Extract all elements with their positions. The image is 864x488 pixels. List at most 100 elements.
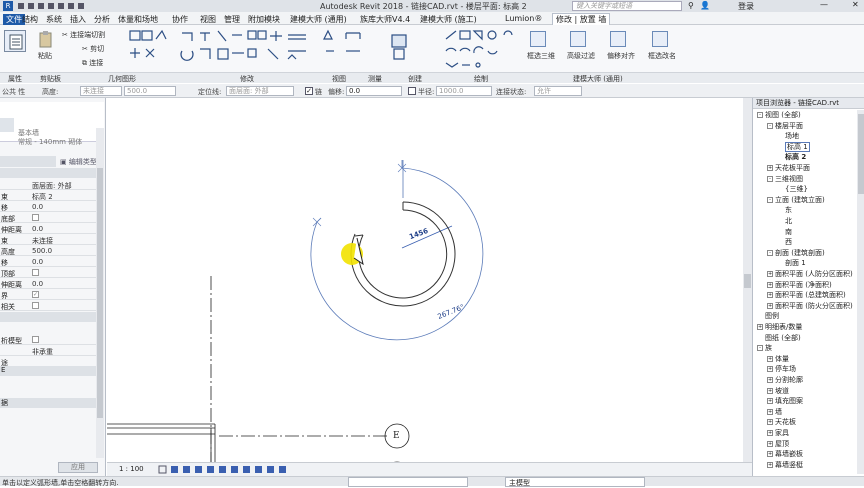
expand-icon[interactable]: + [767, 387, 773, 394]
expand-icon[interactable]: + [767, 165, 773, 171]
collapse-icon[interactable]: - [767, 175, 773, 182]
height-input[interactable]: 500.0 [124, 86, 176, 96]
apply-button[interactable]: 应用 [58, 462, 98, 473]
expand-icon[interactable]: + [767, 451, 773, 458]
search-icon[interactable]: ⚲ [688, 1, 694, 10]
tab-massing[interactable]: 体量和场地 [118, 14, 158, 25]
browser-node[interactable]: + 分割轮廓 [767, 376, 803, 385]
prop-row[interactable]: 高度 500.0 [0, 246, 96, 256]
prop-row[interactable]: 底部 [0, 213, 96, 223]
browser-node[interactable]: + 停车场 [767, 365, 796, 374]
browser-node[interactable]: + 面积平面 (人防分区面积) [767, 270, 853, 279]
scrollbar-thumb[interactable] [744, 274, 751, 288]
location-line-select[interactable]: 面层面: 外部 [226, 86, 294, 96]
offset-align-icon[interactable] [610, 31, 626, 47]
tab-lumion[interactable]: Lumion® [505, 14, 542, 23]
browser-node[interactable]: + 天花板 [767, 418, 796, 427]
chain-checkbox[interactable]: ✓ [305, 87, 313, 95]
browser-node[interactable]: + 幕墙竖梃 [767, 461, 803, 470]
drawing-canvas[interactable]: 1456 267.76° E [107, 98, 752, 462]
expand-icon[interactable]: + [767, 430, 773, 436]
expand-icon[interactable]: + [767, 377, 773, 383]
browser-node[interactable]: + 墙 [767, 408, 782, 417]
box-select-3d-button[interactable]: 框选三维 [527, 51, 555, 61]
expand-icon[interactable]: + [767, 440, 773, 447]
prop-row[interactable]: 相关 [0, 301, 96, 311]
login-button[interactable]: 登录 [738, 1, 754, 12]
prop-checkbox[interactable] [32, 302, 39, 309]
browser-node[interactable]: + 家具 [767, 429, 789, 438]
expand-icon[interactable]: + [767, 408, 773, 415]
scrollbar-thumb[interactable] [97, 168, 103, 418]
browser-node[interactable]: + 填充图案 [767, 397, 803, 406]
browser-node[interactable]: 东 [777, 206, 792, 215]
tab-structure[interactable]: 结构 [22, 14, 38, 25]
tab-family-library[interactable]: 族库大师V4.4 [360, 14, 410, 25]
browser-node[interactable]: 标高 1 [777, 141, 810, 152]
expand-icon[interactable]: + [757, 324, 763, 330]
view-control-icons[interactable] [157, 465, 307, 475]
radius-checkbox[interactable] [408, 87, 416, 95]
arc-wall-preview[interactable] [350, 201, 456, 307]
prop-checkbox[interactable] [32, 269, 39, 276]
tab-addins[interactable]: 附加模块 [248, 14, 280, 25]
type-selector[interactable]: 基本墙 常规 - 140mm 砌体 [0, 102, 104, 146]
browser-node[interactable]: 标高 2 [777, 153, 806, 162]
browser-node[interactable]: - 楼层平面 [767, 122, 803, 131]
minimize-button[interactable]: — [820, 0, 828, 9]
user-icon[interactable]: 👤 [700, 1, 710, 10]
revit-logo-icon[interactable]: R [3, 1, 13, 11]
collapse-icon[interactable]: - [757, 345, 763, 352]
modify-tools-icons[interactable] [128, 29, 318, 73]
search-input[interactable]: 键入关键字或短语 [572, 1, 682, 11]
browser-node[interactable]: + 天花板平面 [767, 164, 810, 173]
cut-button[interactable]: ✂ 剪切 [82, 44, 104, 54]
draw-tools-icons[interactable] [444, 29, 520, 73]
collapse-icon[interactable]: - [767, 249, 773, 256]
tab-modeling-general[interactable]: 建模大师 (通用) [290, 14, 347, 25]
tab-manage[interactable]: 管理 [224, 14, 240, 25]
collapse-icon[interactable]: - [767, 122, 773, 129]
browser-node[interactable]: + 面积平面 (总建筑面积) [767, 291, 846, 300]
browser-node[interactable]: - 剖面 (建筑剖面) [767, 249, 825, 258]
prop-row[interactable]: 移 0.0 [0, 202, 96, 212]
section-header[interactable]: 据 [0, 398, 96, 408]
prop-row[interactable]: 束 未连接 [0, 235, 96, 245]
prop-row[interactable]: 非承重 [0, 346, 96, 356]
section-header[interactable]: E [0, 366, 96, 376]
expand-icon[interactable]: + [767, 271, 773, 277]
properties-scrollbar[interactable] [96, 128, 104, 458]
browser-node[interactable]: - 立面 (建筑立面) [767, 196, 825, 205]
view-measure-create-icons[interactable] [322, 29, 442, 73]
paste-icon[interactable] [38, 30, 54, 48]
advanced-filter-button[interactable]: 高级过滤 [567, 51, 595, 61]
expand-icon[interactable]: + [767, 302, 773, 309]
prop-row[interactable]: 伸距离 0.0 [0, 224, 96, 234]
view-scale[interactable]: 1 : 100 [119, 465, 144, 473]
structural-header[interactable] [0, 312, 96, 322]
prop-row[interactable]: 束 标高 2 [0, 191, 96, 201]
prop-checkbox[interactable] [32, 214, 39, 221]
browser-node[interactable]: + 面积平面 (净面积) [767, 281, 832, 290]
prop-row[interactable]: 伸距离 0.0 [0, 279, 96, 289]
constraints-header[interactable] [0, 168, 96, 178]
box-rename-icon[interactable] [652, 31, 668, 47]
edit-type-button[interactable]: ▣ 编辑类型 [60, 157, 97, 167]
browser-node[interactable]: + 坡道 [767, 387, 789, 396]
expand-icon[interactable]: + [767, 461, 773, 468]
browser-node[interactable]: {三维} [777, 185, 808, 194]
browser-node[interactable]: 场地 [777, 132, 799, 141]
expand-icon[interactable]: + [767, 366, 773, 373]
quick-access-toolbar[interactable] [18, 2, 118, 10]
expand-icon[interactable]: + [767, 355, 773, 362]
tab-modify-place-wall[interactable]: 修改 | 放置 墙 [552, 13, 611, 25]
browser-node[interactable]: 北 [777, 217, 792, 226]
prop-row[interactable]: 移 0.0 [0, 257, 96, 267]
canvas-scrollbar[interactable] [743, 98, 752, 462]
join-button[interactable]: ⧉ 连接 [82, 58, 103, 68]
browser-node[interactable]: + 幕墙嵌板 [767, 450, 803, 459]
browser-scrollbar[interactable] [857, 110, 864, 474]
prop-row[interactable]: 顶部 [0, 268, 96, 278]
expand-icon[interactable]: + [767, 292, 773, 299]
height-select[interactable]: 未连接 [80, 86, 122, 96]
